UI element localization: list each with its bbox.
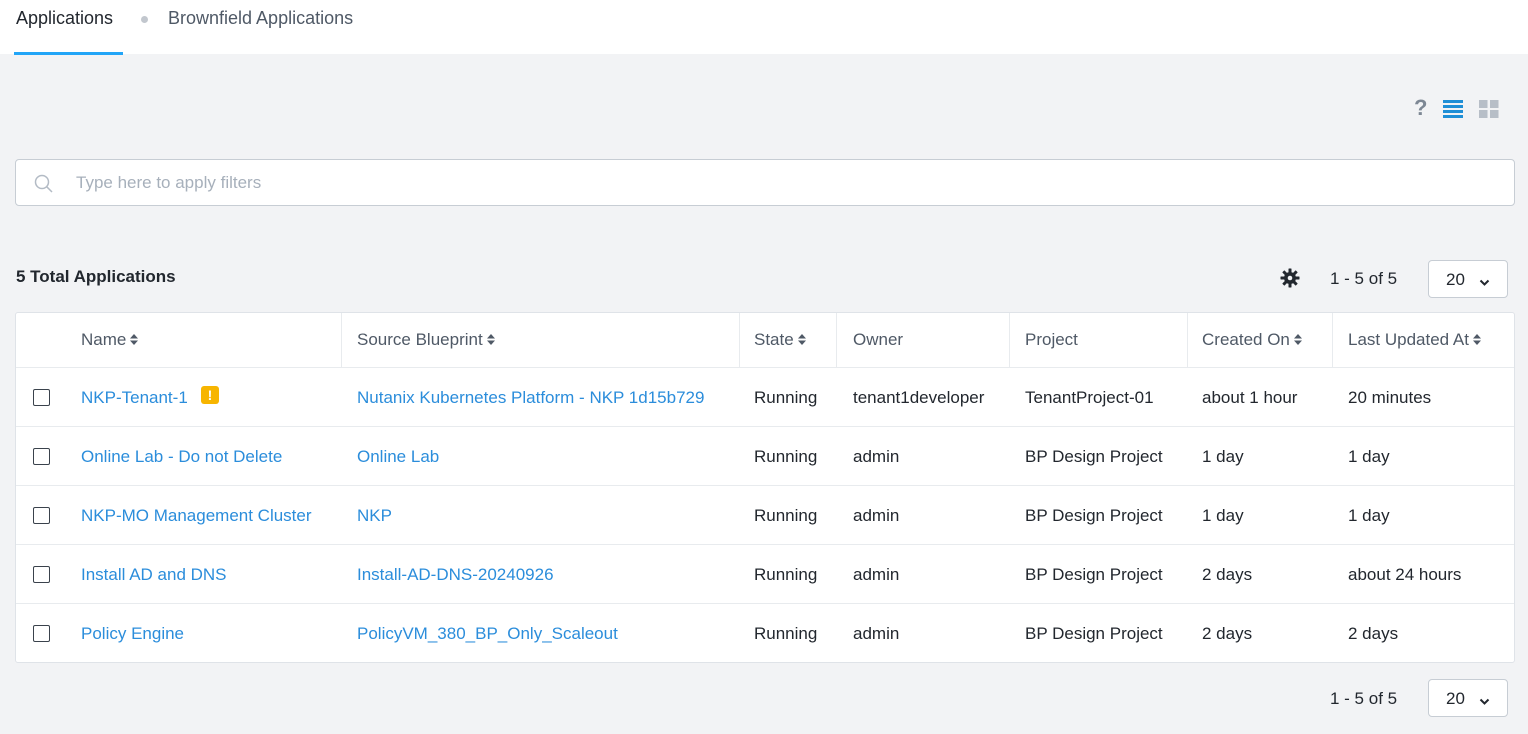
row-checkbox[interactable] bbox=[33, 507, 50, 524]
app-name-link[interactable]: Online Lab - Do not Delete bbox=[81, 447, 282, 467]
gear-icon[interactable] bbox=[1280, 268, 1300, 293]
owner-cell: admin bbox=[853, 506, 900, 525]
table-header: Name Source Blueprint State Owner Projec… bbox=[16, 313, 1514, 368]
tab-separator-dot bbox=[141, 16, 148, 23]
applications-table: Name Source Blueprint State Owner Projec… bbox=[15, 312, 1515, 663]
pagination-range: 1 - 5 of 5 bbox=[1330, 269, 1398, 288]
tab-bar: Applications Brownfield Applications bbox=[0, 0, 1528, 55]
state-cell: Running bbox=[754, 388, 818, 407]
header-project: Project bbox=[1025, 330, 1078, 349]
table-row: NKP-Tenant-1 ! Nutanix Kubernetes Platfo… bbox=[16, 368, 1514, 427]
app-name-link[interactable]: Install AD and DNS bbox=[81, 565, 227, 585]
row-checkbox[interactable] bbox=[33, 448, 50, 465]
total-applications-count: 5 Total Applications bbox=[16, 267, 176, 286]
row-checkbox[interactable] bbox=[33, 625, 50, 642]
last-updated-cell: 1 day bbox=[1348, 506, 1390, 525]
tab-brownfield-applications[interactable]: Brownfield Applications bbox=[168, 8, 353, 29]
header-name[interactable]: Name bbox=[81, 330, 139, 350]
sort-icon bbox=[130, 333, 139, 345]
state-cell: Running bbox=[754, 447, 818, 466]
state-cell: Running bbox=[754, 506, 818, 525]
page-size-select-bottom[interactable]: 20 bbox=[1428, 679, 1508, 717]
page-size-select[interactable]: 20 bbox=[1428, 260, 1508, 298]
last-updated-cell: 1 day bbox=[1348, 447, 1390, 466]
chevron-down-icon bbox=[1479, 693, 1490, 711]
state-cell: Running bbox=[754, 624, 818, 643]
tab-applications[interactable]: Applications bbox=[16, 8, 113, 29]
created-on-cell: about 1 hour bbox=[1202, 388, 1298, 407]
header-label: Created On bbox=[1202, 330, 1290, 349]
table-row: NKP-MO Management Cluster NKP Running ad… bbox=[16, 486, 1514, 545]
state-cell: Running bbox=[754, 565, 818, 584]
row-checkbox[interactable] bbox=[33, 389, 50, 406]
search-icon bbox=[34, 174, 54, 199]
owner-cell: admin bbox=[853, 565, 900, 584]
filter-search-box[interactable] bbox=[15, 159, 1515, 206]
header-state[interactable]: State bbox=[754, 330, 806, 350]
blueprint-link[interactable]: Nutanix Kubernetes Platform - NKP 1d15b7… bbox=[357, 388, 704, 408]
last-updated-cell: 2 days bbox=[1348, 624, 1399, 643]
project-cell: BP Design Project bbox=[1025, 506, 1163, 525]
grid-view-icon[interactable] bbox=[1479, 100, 1499, 123]
blueprint-link[interactable]: Online Lab bbox=[357, 447, 439, 467]
page-size-value: 20 bbox=[1446, 270, 1465, 289]
project-cell: TenantProject-01 bbox=[1025, 388, 1154, 407]
table-row: Policy Engine PolicyVM_380_BP_Only_Scale… bbox=[16, 604, 1514, 663]
blueprint-link[interactable]: Install-AD-DNS-20240926 bbox=[357, 565, 554, 585]
table-row: Online Lab - Do not Delete Online Lab Ru… bbox=[16, 427, 1514, 486]
filter-search-input[interactable] bbox=[76, 168, 1476, 198]
table-row: Install AD and DNS Install-AD-DNS-202409… bbox=[16, 545, 1514, 604]
app-name-link[interactable]: NKP-MO Management Cluster bbox=[81, 506, 312, 526]
header-label: Source Blueprint bbox=[357, 330, 483, 349]
sort-icon bbox=[1293, 333, 1302, 345]
page-size-value: 20 bbox=[1446, 689, 1465, 708]
header-source-blueprint[interactable]: Source Blueprint bbox=[357, 330, 495, 350]
last-updated-cell: about 24 hours bbox=[1348, 565, 1462, 584]
header-label: Name bbox=[81, 330, 127, 349]
header-owner: Owner bbox=[853, 330, 904, 349]
blueprint-link[interactable]: PolicyVM_380_BP_Only_Scaleout bbox=[357, 624, 618, 644]
project-cell: BP Design Project bbox=[1025, 624, 1163, 643]
active-tab-underline bbox=[14, 52, 123, 55]
app-name-link[interactable]: NKP-Tenant-1 bbox=[81, 388, 188, 408]
warning-icon[interactable]: ! bbox=[201, 386, 219, 404]
chevron-down-icon bbox=[1479, 274, 1490, 292]
created-on-cell: 1 day bbox=[1202, 506, 1244, 525]
owner-cell: admin bbox=[853, 447, 900, 466]
header-label: Last Updated At bbox=[1348, 330, 1469, 349]
last-updated-cell: 20 minutes bbox=[1348, 388, 1432, 407]
project-cell: BP Design Project bbox=[1025, 565, 1163, 584]
owner-cell: admin bbox=[853, 624, 900, 643]
created-on-cell: 2 days bbox=[1202, 565, 1253, 584]
owner-cell: tenant1developer bbox=[853, 388, 985, 407]
created-on-cell: 2 days bbox=[1202, 624, 1253, 643]
header-last-updated-at[interactable]: Last Updated At bbox=[1348, 330, 1481, 350]
project-cell: BP Design Project bbox=[1025, 447, 1163, 466]
header-label: State bbox=[754, 330, 794, 349]
list-view-icon[interactable] bbox=[1443, 100, 1463, 123]
created-on-cell: 1 day bbox=[1202, 447, 1244, 466]
sort-icon bbox=[797, 333, 806, 345]
sort-icon bbox=[1472, 333, 1481, 345]
app-name-link[interactable]: Policy Engine bbox=[81, 624, 184, 644]
row-checkbox[interactable] bbox=[33, 566, 50, 583]
question-icon[interactable]: ? bbox=[1414, 96, 1427, 120]
sort-icon bbox=[486, 333, 495, 345]
blueprint-link[interactable]: NKP bbox=[357, 506, 392, 526]
pagination-range-bottom: 1 - 5 of 5 bbox=[1330, 689, 1398, 708]
header-created-on[interactable]: Created On bbox=[1202, 330, 1302, 350]
